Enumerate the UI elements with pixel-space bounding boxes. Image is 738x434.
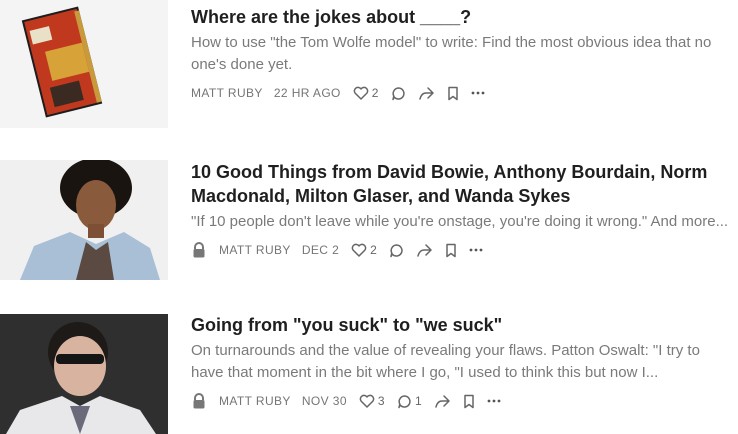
like-count: 3 bbox=[377, 394, 385, 408]
post-thumbnail[interactable] bbox=[0, 0, 168, 128]
share-icon bbox=[419, 86, 434, 100]
like-button[interactable]: 2 bbox=[353, 86, 379, 100]
like-button[interactable]: 2 bbox=[351, 243, 377, 257]
comment-button[interactable]: 1 bbox=[397, 394, 422, 409]
heart-icon bbox=[359, 394, 375, 408]
comment-count: 1 bbox=[415, 394, 423, 408]
like-count: 2 bbox=[370, 243, 378, 257]
bookmark-button[interactable] bbox=[463, 394, 475, 409]
lock-icon bbox=[191, 242, 207, 258]
comment-icon bbox=[392, 86, 405, 100]
post-date: DEC 2 bbox=[301, 243, 340, 257]
post-subtitle[interactable]: On turnarounds and the value of revealin… bbox=[191, 340, 731, 384]
bookmark-button[interactable] bbox=[445, 243, 457, 258]
heart-icon bbox=[353, 86, 369, 100]
author-link[interactable]: MATT RUBY bbox=[219, 243, 291, 257]
author-link[interactable]: MATT RUBY bbox=[219, 394, 291, 408]
portrait-image bbox=[0, 314, 168, 434]
post-meta: MATT RUBY 22 HR AGO 2 bbox=[191, 82, 731, 104]
comment-button[interactable] bbox=[391, 86, 406, 101]
post-thumbnail[interactable] bbox=[0, 160, 168, 280]
post-subtitle[interactable]: How to use "the Tom Wolfe model" to writ… bbox=[191, 32, 731, 76]
post-title[interactable]: Where are the jokes about ____? bbox=[191, 5, 731, 29]
lock-icon bbox=[191, 393, 207, 409]
ellipsis-icon bbox=[487, 399, 501, 403]
post-meta: MATT RUBY NOV 30 3 1 bbox=[191, 390, 731, 412]
more-options-button[interactable] bbox=[471, 91, 485, 95]
heart-icon bbox=[351, 243, 367, 257]
bookmark-icon bbox=[446, 243, 456, 257]
post-thumbnail[interactable] bbox=[0, 314, 168, 434]
post-title[interactable]: 10 Good Things from David Bowie, Anthony… bbox=[191, 160, 731, 208]
ellipsis-icon bbox=[469, 248, 483, 252]
more-options-button[interactable] bbox=[487, 399, 501, 403]
share-icon bbox=[435, 394, 450, 408]
comment-button[interactable] bbox=[389, 243, 404, 258]
bookmark-icon bbox=[448, 86, 458, 100]
comment-icon bbox=[390, 243, 403, 257]
post-date: NOV 30 bbox=[301, 394, 347, 408]
bookmark-button[interactable] bbox=[447, 86, 459, 101]
ellipsis-icon bbox=[471, 91, 485, 95]
share-button[interactable] bbox=[418, 86, 435, 101]
more-options-button[interactable] bbox=[469, 248, 483, 252]
post-subtitle[interactable]: "If 10 people don't leave while you're o… bbox=[191, 211, 731, 233]
post-meta: MATT RUBY DEC 2 2 bbox=[191, 239, 731, 261]
post-date: 22 HR AGO bbox=[273, 86, 341, 100]
share-button[interactable] bbox=[434, 394, 451, 409]
post-title[interactable]: Going from "you suck" to "we suck" bbox=[191, 313, 731, 337]
bookmark-icon bbox=[464, 394, 474, 408]
author-link[interactable]: MATT RUBY bbox=[191, 86, 263, 100]
book-cover-image bbox=[0, 0, 168, 128]
portrait-image bbox=[0, 160, 168, 280]
like-button[interactable]: 3 bbox=[359, 394, 385, 408]
share-icon bbox=[417, 243, 432, 257]
like-count: 2 bbox=[371, 86, 379, 100]
comment-icon bbox=[398, 394, 411, 408]
share-button[interactable] bbox=[416, 243, 433, 258]
